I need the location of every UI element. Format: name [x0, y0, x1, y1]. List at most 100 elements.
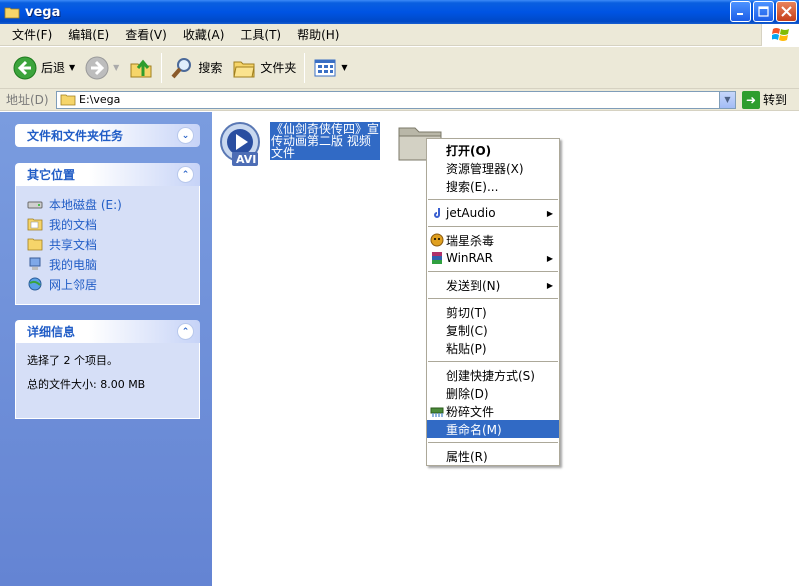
task-pane: 文件和文件夹任务 ⌄ 其它位置 ⌃ 本地磁盘 (E:) 我的文档 共享文档 我的… — [0, 112, 212, 586]
file-name[interactable]: 《仙剑奇侠传四》宣传动画第二版 视频文件 — [270, 122, 380, 160]
jetaudio-icon — [434, 208, 440, 218]
search-icon — [171, 57, 192, 78]
chevron-down-icon[interactable]: ⌄ — [177, 127, 194, 144]
file-item-avi[interactable]: AVI 《仙剑奇侠传四》宣传动画第二版 视频文件 — [218, 120, 388, 170]
details-total-size: 总的文件大小: 8.00 MB — [27, 378, 146, 391]
folder-icon — [4, 7, 20, 18]
menu-item-paste[interactable]: 粘贴(P) — [427, 339, 559, 357]
toolbar: 后退 ▼ ▼ 搜索 文件夹 ▼ — [0, 47, 799, 89]
forward-button[interactable]: ▼ — [80, 50, 124, 86]
address-label: 地址(D) — [6, 93, 49, 107]
address-value: E:\vega — [79, 93, 121, 106]
close-button[interactable] — [776, 1, 797, 22]
winrar-icon — [432, 252, 442, 264]
menu-item-jetaudio[interactable]: jetAudio ▶ — [427, 204, 559, 222]
details-panel: 详细信息 ⌃ 选择了 2 个项目。 总的文件大小: 8.00 MB — [15, 320, 200, 419]
shared-folder-icon — [27, 238, 43, 251]
menu-item-copy[interactable]: 复制(C) — [427, 321, 559, 339]
other-places-header[interactable]: 其它位置 ⌃ — [15, 163, 200, 186]
file-folder-tasks-header[interactable]: 文件和文件夹任务 ⌄ — [15, 124, 200, 147]
chevron-down-icon[interactable]: ▼ — [113, 63, 119, 72]
details-selected-count: 选择了 2 个项目。 — [27, 354, 118, 367]
menu-item-delete[interactable]: 删除(D) — [427, 384, 559, 402]
menu-separator — [428, 442, 558, 443]
maximize-button[interactable] — [753, 1, 774, 22]
title-bar: vega — [0, 0, 799, 24]
views-icon — [314, 59, 336, 76]
menu-item-open[interactable]: 打开(O) — [427, 141, 559, 159]
drive-icon — [27, 201, 43, 209]
folders-icon — [233, 61, 255, 77]
place-network[interactable]: 网上邻居 — [27, 274, 188, 294]
menu-help[interactable]: 帮助(H) — [289, 26, 347, 43]
shredder-icon — [430, 407, 444, 417]
network-icon — [28, 277, 42, 291]
details-header[interactable]: 详细信息 ⌃ — [15, 320, 200, 343]
menu-separator — [428, 199, 558, 200]
menu-item-shred[interactable]: 粉碎文件 — [427, 402, 559, 420]
menu-separator — [428, 298, 558, 299]
other-places-panel: 其它位置 ⌃ 本地磁盘 (E:) 我的文档 共享文档 我的电脑 网上邻居 — [15, 163, 200, 305]
toolbar-separator — [304, 52, 306, 83]
panel-title: 详细信息 — [27, 325, 76, 339]
avi-badge: AVI — [236, 153, 257, 166]
place-shared-documents[interactable]: 共享文档 — [27, 234, 188, 254]
panel-title: 文件和文件夹任务 — [27, 129, 124, 143]
folders-button[interactable]: 文件夹 — [227, 50, 301, 86]
back-arrow-icon — [13, 56, 37, 79]
search-button[interactable]: 搜索 — [165, 50, 227, 86]
menu-bar: 文件(F) 编辑(E) 查看(V) 收藏(A) 工具(T) 帮助(H) — [0, 24, 799, 46]
place-local-disk[interactable]: 本地磁盘 (E:) — [27, 194, 188, 214]
window-title: vega — [25, 4, 61, 20]
views-button[interactable]: ▼ — [308, 50, 352, 86]
submenu-arrow-icon: ▶ — [546, 253, 553, 263]
submenu-arrow-icon: ▶ — [546, 280, 553, 290]
search-label: 搜索 — [198, 61, 223, 75]
place-my-computer[interactable]: 我的电脑 — [27, 254, 188, 274]
menu-item-create-shortcut[interactable]: 创建快捷方式(S) — [427, 366, 559, 384]
menu-item-rising-antivirus[interactable]: 瑞星杀毒 — [427, 231, 559, 249]
panel-title: 其它位置 — [27, 168, 76, 182]
chevron-down-icon[interactable]: ▼ — [69, 63, 75, 72]
chevron-up-icon[interactable]: ⌃ — [177, 323, 194, 340]
submenu-arrow-icon: ▶ — [546, 208, 553, 218]
rising-antivirus-icon — [430, 233, 444, 247]
forward-arrow-icon — [85, 56, 109, 79]
file-folder-tasks-panel: 文件和文件夹任务 ⌄ — [15, 124, 200, 147]
documents-folder-icon — [27, 218, 43, 231]
go-arrow-icon: ➜ — [742, 90, 760, 109]
menu-item-winrar[interactable]: WinRAR ▶ — [427, 249, 559, 267]
back-label: 后退 — [41, 61, 66, 75]
menu-item-properties[interactable]: 属性(R) — [427, 447, 559, 465]
menu-item-explorer[interactable]: 资源管理器(X) — [427, 159, 559, 177]
menu-view[interactable]: 查看(V) — [117, 26, 175, 43]
chevron-up-icon[interactable]: ⌃ — [177, 166, 194, 183]
menu-item-send-to[interactable]: 发送到(N) ▶ — [427, 276, 559, 294]
menu-item-cut[interactable]: 剪切(T) — [427, 303, 559, 321]
menu-separator — [428, 271, 558, 272]
up-folder-icon — [130, 59, 152, 77]
menu-file[interactable]: 文件(F) — [4, 26, 60, 43]
folder-icon — [60, 94, 76, 106]
menu-edit[interactable]: 编辑(E) — [60, 26, 117, 43]
menu-item-search[interactable]: 搜索(E)... — [427, 177, 559, 195]
menu-separator — [428, 226, 558, 227]
go-button[interactable]: ➜ 转到 — [742, 90, 787, 109]
maximize-icon — [758, 6, 769, 17]
other-places-body: 本地磁盘 (E:) 我的文档 共享文档 我的电脑 网上邻居 — [15, 186, 200, 305]
close-icon — [781, 6, 792, 17]
menu-item-rename[interactable]: 重命名(M) — [427, 420, 559, 438]
address-bar: 地址(D) E:\vega ▼ ➜ 转到 — [0, 89, 799, 111]
menu-tools[interactable]: 工具(T) — [232, 26, 289, 43]
folders-label: 文件夹 — [260, 61, 297, 75]
chevron-down-icon[interactable]: ▼ — [341, 63, 347, 72]
place-my-documents[interactable]: 我的文档 — [27, 214, 188, 234]
address-dropdown-button[interactable]: ▼ — [719, 91, 735, 108]
up-folder-button[interactable] — [124, 50, 158, 86]
menu-favorites[interactable]: 收藏(A) — [175, 26, 233, 43]
minimize-button[interactable] — [730, 1, 751, 22]
address-input[interactable]: E:\vega ▼ — [56, 90, 736, 109]
windows-logo — [761, 24, 799, 46]
back-button[interactable]: 后退 ▼ — [8, 50, 80, 86]
details-body: 选择了 2 个项目。 总的文件大小: 8.00 MB — [15, 343, 200, 419]
